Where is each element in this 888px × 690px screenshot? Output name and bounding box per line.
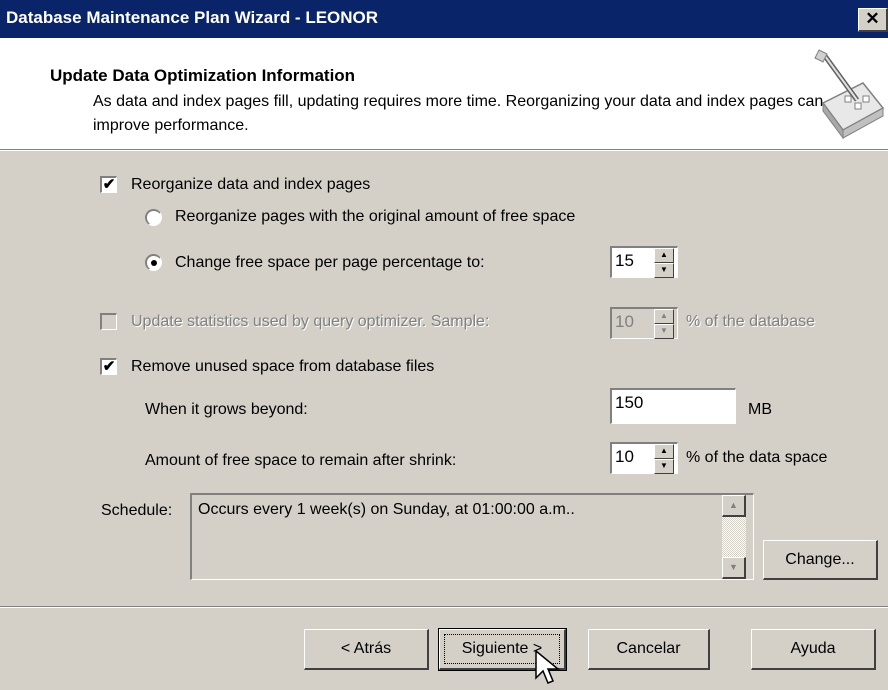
page-description: As data and index pages fill, updating r…	[93, 93, 824, 134]
wizard-wand-icon	[814, 49, 885, 140]
free-after-shrink-spin-down[interactable]: ▼	[654, 459, 674, 474]
update-statistics-label: Update statistics used by query optimize…	[131, 313, 490, 330]
schedule-label: Schedule:	[101, 502, 173, 519]
close-button[interactable]: ✕	[858, 8, 888, 32]
cancel-button[interactable]: Cancelar	[588, 629, 710, 670]
footer-divider-highlight	[0, 607, 888, 608]
statistics-spin-down[interactable]: ▼	[654, 324, 674, 339]
free-after-shrink-spin-up[interactable]: ▲	[654, 444, 674, 459]
update-statistics-checkbox[interactable]	[100, 313, 117, 330]
reorganize-label: Reorganize data and index pages	[131, 176, 371, 193]
header-divider	[0, 150, 888, 151]
window-title: Database Maintenance Plan Wizard - LEONO…	[6, 8, 379, 27]
schedule-text: Occurs every 1 week(s) on Sunday, at 01:…	[198, 501, 575, 518]
radio-original-label: Reorganize pages with the original amoun…	[175, 208, 576, 225]
page-title: Update Data Optimization Information	[50, 66, 356, 85]
schedule-textbox[interactable]: Occurs every 1 week(s) on Sunday, at 01:…	[190, 493, 754, 580]
header-panel: Update Data Optimization Information As …	[0, 38, 888, 150]
free-space-spin-up[interactable]: ▲	[654, 248, 674, 263]
title-bar: Database Maintenance Plan Wizard - LEONO…	[0, 0, 888, 38]
grows-beyond-label: When it grows beyond:	[145, 401, 308, 418]
grows-beyond-field[interactable]: 150	[610, 388, 736, 424]
back-button[interactable]: < Atrás	[304, 629, 429, 670]
grows-beyond-unit: MB	[748, 401, 772, 418]
free-after-shrink-label: Amount of free space to remain after shr…	[145, 452, 457, 469]
statistics-spin-up[interactable]: ▲	[654, 309, 674, 324]
scroll-down-button[interactable]: ▼	[722, 557, 746, 579]
remove-unused-space-checkbox[interactable]: ✔	[100, 358, 117, 375]
change-schedule-button[interactable]: Change...	[763, 540, 878, 580]
free-after-shrink-suffix: % of the data space	[686, 449, 828, 466]
schedule-scrollbar[interactable]: ▲ ▼	[722, 495, 746, 579]
help-button[interactable]: Ayuda	[751, 629, 876, 670]
mouse-pointer-icon	[535, 650, 561, 684]
reorganize-checkbox[interactable]: ✔	[100, 176, 117, 193]
free-space-spin-down[interactable]: ▼	[654, 263, 674, 278]
remove-unused-space-label: Remove unused space from database files	[131, 358, 435, 375]
radio-selected-dot	[151, 260, 157, 266]
radio-change-label: Change free space per page percentage to…	[175, 254, 485, 271]
statistics-suffix: % of the database	[686, 313, 815, 330]
scroll-up-button[interactable]: ▲	[722, 495, 746, 517]
radio-change-free-space[interactable]	[145, 254, 162, 271]
radio-original-free-space[interactable]	[145, 209, 162, 226]
